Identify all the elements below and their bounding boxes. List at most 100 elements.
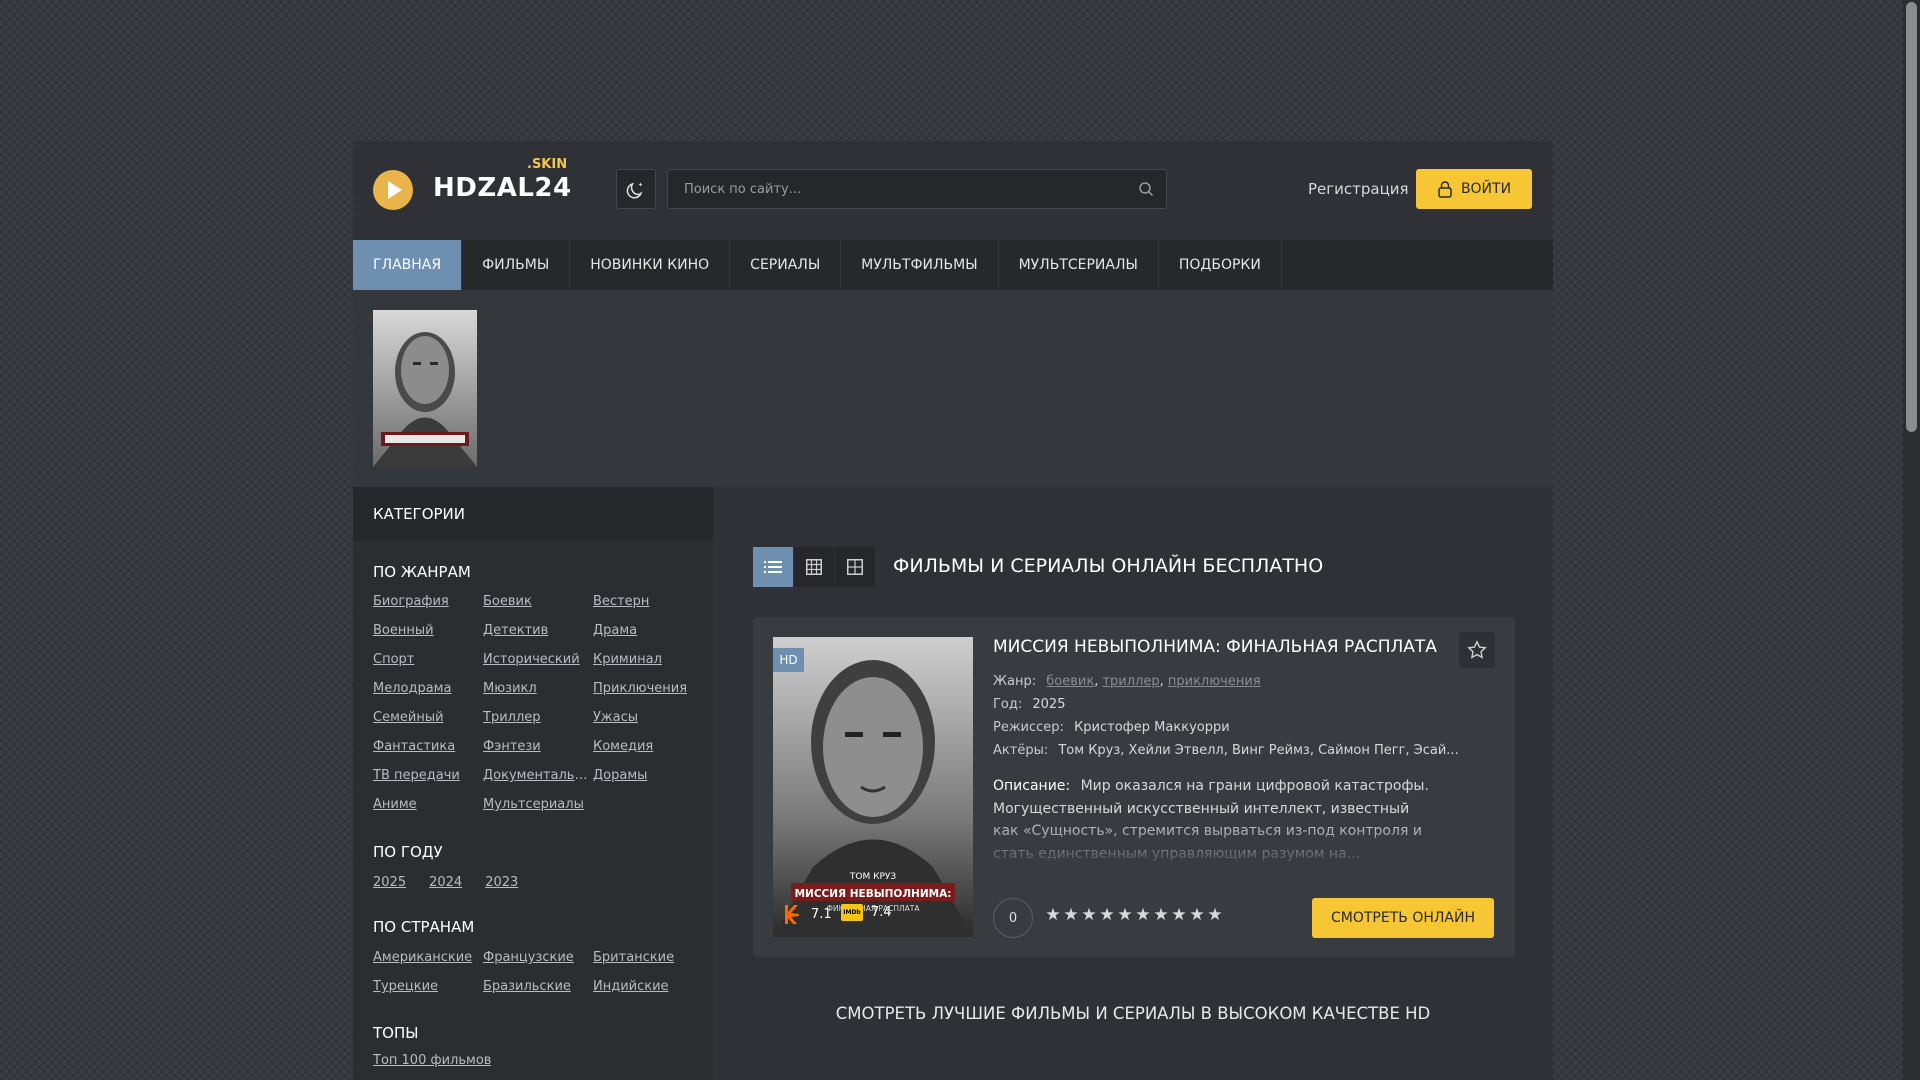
genre-link[interactable]: Комедия <box>593 738 703 756</box>
tile-view-button[interactable] <box>835 547 875 587</box>
genre-links: Биография Боевик Вестерн Военный Детекти… <box>373 593 703 814</box>
star-icon[interactable]: ★ <box>1207 907 1223 924</box>
page-scrollbar[interactable] <box>1903 0 1920 1080</box>
register-link[interactable]: Регистрация <box>1308 180 1409 198</box>
logo-subtitle: .SKIN <box>527 157 568 172</box>
nav-item-animated-series[interactable]: МУЛЬТСЕРИАЛЫ <box>999 240 1159 290</box>
genre-link[interactable]: Детектив <box>483 622 593 640</box>
tops-title: ТОПЫ <box>373 1024 419 1042</box>
search-icon[interactable] <box>1138 181 1154 197</box>
star-icon[interactable]: ★ <box>1063 907 1079 924</box>
grid-view-button[interactable] <box>794 547 834 587</box>
by-country-title: ПО СТРАНАМ <box>373 918 475 936</box>
nav-item-new-movies[interactable]: НОВИНКИ КИНО <box>570 240 731 290</box>
site-wrapper: .SKIN HDZAL24 Регистрация ВОЙТИ <box>353 141 1553 1080</box>
star-icon[interactable]: ★ <box>1189 907 1205 924</box>
scrollbar-thumb[interactable] <box>1906 2 1917 432</box>
country-link[interactable]: Американские <box>373 949 483 967</box>
section-title: ФИЛЬМЫ И СЕРИАЛЫ ОНЛАЙН БЕСПЛАТНО <box>893 555 1324 577</box>
star-icon[interactable]: ★ <box>1099 907 1115 924</box>
categories-sidebar: КАТЕГОРИИ ПО ЖАНРАМ Биография Боевик Вес… <box>353 487 713 1080</box>
view-switcher <box>753 547 875 587</box>
genre-link[interactable]: Ужасы <box>593 709 703 727</box>
kinopoisk-rating-value: 7.1 <box>811 906 832 922</box>
genre-link[interactable]: Драма <box>593 622 703 640</box>
country-link[interactable]: Бразильские <box>483 978 593 996</box>
actors-value: Том Круз, Хейли Этвелл, Винг Реймз, Сайм… <box>1058 743 1459 758</box>
genre-link[interactable]: Исторический <box>483 651 593 669</box>
genre-link[interactable]: Вестерн <box>593 593 703 611</box>
tile-icon <box>847 559 863 575</box>
director-line: Режиссер: Кристофер Маккуорри <box>993 720 1230 735</box>
genre-link[interactable]: ТВ передачи <box>373 767 483 785</box>
play-logo-icon <box>373 170 413 210</box>
genre-link[interactable]: Фэнтези <box>483 738 593 756</box>
nav-item-cartoons[interactable]: МУЛЬТФИЛЬМЫ <box>841 240 999 290</box>
country-link[interactable]: Французские <box>483 949 593 967</box>
genre-link[interactable]: Спорт <box>373 651 483 669</box>
poster-actor-text: ТОМ КРУЗ <box>849 872 897 882</box>
movie-poster[interactable]: ТОМ КРУЗ МИССИЯ НЕВЫПОЛНИМА: ФИНАЛЬНАЯ Р… <box>773 637 973 937</box>
country-link[interactable]: Индийские <box>593 978 703 996</box>
featured-poster[interactable] <box>373 310 477 467</box>
star-icon[interactable]: ★ <box>1171 907 1187 924</box>
star-icon[interactable]: ★ <box>1117 907 1133 924</box>
year-link[interactable]: 2024 <box>429 875 462 890</box>
genre-link[interactable]: Боевик <box>483 593 593 611</box>
lock-icon <box>1438 181 1452 198</box>
top-100-link[interactable]: Топ 100 фильмов <box>373 1052 491 1070</box>
star-icon[interactable]: ★ <box>1153 907 1169 924</box>
director-value: Кристофер Маккуорри <box>1074 720 1230 735</box>
list-icon <box>764 561 782 573</box>
hd-badge: HD <box>773 648 804 672</box>
genre-link[interactable]: Фантастика <box>373 738 483 756</box>
imdb-rating: IMDb 7.4 <box>841 904 892 921</box>
list-view-button[interactable] <box>753 547 793 587</box>
genre-link[interactable]: Аниме <box>373 796 483 814</box>
poster-image: ТОМ КРУЗ МИССИЯ НЕВЫПОЛНИМА: ФИНАЛЬНАЯ Р… <box>773 637 973 937</box>
genre-link[interactable]: Мультсериалы <box>483 796 593 814</box>
genre-link[interactable]: Семейный <box>373 709 483 727</box>
star-icon[interactable]: ★ <box>1045 907 1061 924</box>
star-icon[interactable]: ★ <box>1081 907 1097 924</box>
login-button[interactable]: ВОЙТИ <box>1416 169 1532 209</box>
nav-item-series[interactable]: СЕРИАЛЫ <box>730 240 842 290</box>
theme-toggle-button[interactable] <box>616 169 656 209</box>
country-link[interactable]: Турецкие <box>373 978 483 996</box>
genre-label: Жанр: <box>993 674 1037 689</box>
nav-item-films[interactable]: ФИЛЬМЫ <box>462 240 571 290</box>
genre-link[interactable]: Документальные <box>483 767 593 785</box>
genre-link[interactable]: Криминал <box>593 651 703 669</box>
nav-item-collections[interactable]: ПОДБОРКИ <box>1159 240 1282 290</box>
country-link[interactable]: Британские <box>593 949 703 967</box>
grid-icon <box>806 559 822 575</box>
genre-link[interactable]: Дорамы <box>593 767 703 785</box>
genre-tag[interactable]: приключения <box>1168 674 1261 689</box>
imdb-rating-value: 7.4 <box>871 905 892 920</box>
rating-stars[interactable]: ★ ★ ★ ★ ★ ★ ★ ★ ★ ★ <box>1045 907 1223 924</box>
genre-link[interactable]: Триллер <box>483 709 593 727</box>
add-favorite-button[interactable] <box>1459 632 1495 668</box>
genre-tag[interactable]: триллер <box>1102 674 1159 689</box>
genre-tag[interactable]: боевик <box>1046 674 1094 689</box>
poster-title-text: МИССИЯ НЕВЫПОЛНИМА: <box>795 888 952 900</box>
genre-link[interactable]: Биография <box>373 593 483 611</box>
genre-link[interactable]: Приключения <box>593 680 703 698</box>
nav-item-home[interactable]: ГЛАВНАЯ <box>353 240 463 290</box>
search-input[interactable] <box>668 170 1108 208</box>
genre-link[interactable]: Мелодрама <box>373 680 483 698</box>
vote-count: 0 <box>993 898 1033 938</box>
movie-title[interactable]: МИССИЯ НЕВЫПОЛНИМА: ФИНАЛЬНАЯ РАСПЛАТА <box>993 637 1437 657</box>
year-link[interactable]: 2023 <box>485 875 518 890</box>
actors-label: Актёры: <box>993 743 1049 758</box>
genre-link[interactable]: Мюзикл <box>483 680 593 698</box>
year-link[interactable]: 2025 <box>373 875 406 890</box>
star-icon[interactable]: ★ <box>1135 907 1151 924</box>
movie-card: ТОМ КРУЗ МИССИЯ НЕВЫПОЛНИМА: ФИНАЛЬНАЯ Р… <box>753 617 1515 957</box>
genre-line: Жанр: боевик, триллер, приключения <box>993 674 1261 689</box>
year-label: Год: <box>993 697 1023 712</box>
genre-link[interactable]: Военный <box>373 622 483 640</box>
site-logo[interactable]: .SKIN HDZAL24 <box>373 157 573 217</box>
watch-online-button[interactable]: СМОТРЕТЬ ОНЛАЙН <box>1312 898 1494 938</box>
main-content: ФИЛЬМЫ И СЕРИАЛЫ ОНЛАЙН БЕСПЛАТНО ТОМ КР… <box>713 487 1553 1080</box>
